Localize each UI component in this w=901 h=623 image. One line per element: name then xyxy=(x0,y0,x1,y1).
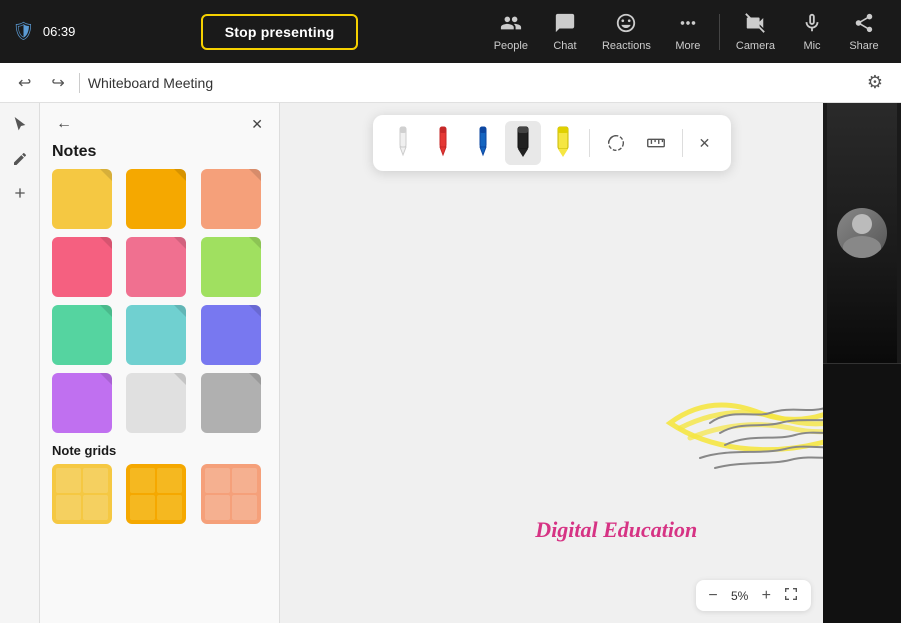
sidebar-header: ← ✕ xyxy=(40,103,279,141)
sidebar-back-button[interactable]: ← xyxy=(52,113,76,135)
note-grid-item[interactable] xyxy=(52,464,112,524)
canvas-drawing xyxy=(280,103,823,623)
note-item[interactable] xyxy=(126,373,186,433)
chat-icon xyxy=(554,12,576,38)
meeting-title: Whiteboard Meeting xyxy=(88,75,853,91)
nav-people[interactable]: People xyxy=(484,6,538,58)
settings-button[interactable]: ⚙ xyxy=(861,68,889,97)
note-item[interactable] xyxy=(201,169,261,229)
main-area: ← ✕ Notes Note grids xyxy=(0,103,901,623)
nav-mic-label: Mic xyxy=(803,40,820,52)
note-grids-grid xyxy=(40,464,279,524)
note-item[interactable] xyxy=(201,305,261,365)
undo-button[interactable]: ↩ xyxy=(12,69,37,97)
zoom-controls: − 5% + xyxy=(696,580,811,611)
add-tool-button[interactable] xyxy=(6,179,34,207)
nav-separator xyxy=(719,14,720,50)
nav-items: People Chat Reactions More xyxy=(484,6,889,58)
video-sidebar xyxy=(823,103,901,623)
reactions-icon xyxy=(615,12,637,38)
note-grid-item[interactable] xyxy=(201,464,261,524)
note-item[interactable] xyxy=(52,169,112,229)
zoom-in-button[interactable]: + xyxy=(758,585,775,607)
nav-share[interactable]: Share xyxy=(839,6,889,58)
toolbar-separator xyxy=(79,73,80,93)
nav-camera-label: Camera xyxy=(736,40,775,52)
nav-more[interactable]: More xyxy=(663,6,713,58)
nav-chat[interactable]: Chat xyxy=(540,6,590,58)
nav-more-label: More xyxy=(675,40,700,52)
sidebar-notes-title: Notes xyxy=(40,141,279,169)
whiteboard-canvas[interactable]: ✕ Digital Education − 5% + xyxy=(280,103,823,623)
more-icon xyxy=(677,12,699,38)
note-grids-label: Note grids xyxy=(40,433,279,464)
camera-icon xyxy=(744,12,766,38)
left-sidebar: ← ✕ Notes Note grids xyxy=(40,103,280,623)
nav-camera[interactable]: Camera xyxy=(726,6,785,58)
nav-reactions-label: Reactions xyxy=(602,40,651,52)
note-grid-item[interactable] xyxy=(126,464,186,524)
nav-reactions[interactable]: Reactions xyxy=(592,6,661,58)
pen-tool-button[interactable] xyxy=(6,145,34,173)
video-tile-2 xyxy=(823,364,901,623)
mic-icon xyxy=(801,12,823,38)
share-icon xyxy=(853,12,875,38)
note-item[interactable] xyxy=(126,237,186,297)
nav-chat-label: Chat xyxy=(553,40,576,52)
select-tool-button[interactable] xyxy=(6,111,34,139)
people-icon xyxy=(500,12,522,38)
second-bar: ↩ ↪ Whiteboard Meeting ⚙ xyxy=(0,63,901,103)
redo-button[interactable]: ↪ xyxy=(45,69,70,97)
time-display: 06:39 xyxy=(43,24,76,39)
note-item[interactable] xyxy=(201,237,261,297)
sidebar-close-button[interactable]: ✕ xyxy=(247,114,267,135)
digital-education-text: Digital Education xyxy=(535,517,697,543)
stop-presenting-button[interactable]: Stop presenting xyxy=(201,14,359,50)
zoom-out-button[interactable]: − xyxy=(704,585,721,607)
fit-view-button[interactable] xyxy=(779,584,803,607)
shield-icon: 🛡 xyxy=(12,21,35,42)
note-item[interactable] xyxy=(52,237,112,297)
note-item[interactable] xyxy=(52,305,112,365)
video-tile-1 xyxy=(823,103,901,364)
note-item[interactable] xyxy=(126,305,186,365)
zoom-level-display: 5% xyxy=(726,589,754,603)
left-tools-panel xyxy=(0,103,40,623)
notes-grid xyxy=(40,169,279,433)
note-item[interactable] xyxy=(201,373,261,433)
note-item[interactable] xyxy=(52,373,112,433)
nav-people-label: People xyxy=(494,40,528,52)
nav-share-label: Share xyxy=(849,40,878,52)
top-bar: 🛡 06:39 Stop presenting People Chat Reac… xyxy=(0,0,901,63)
note-item[interactable] xyxy=(126,169,186,229)
nav-mic[interactable]: Mic xyxy=(787,6,837,58)
